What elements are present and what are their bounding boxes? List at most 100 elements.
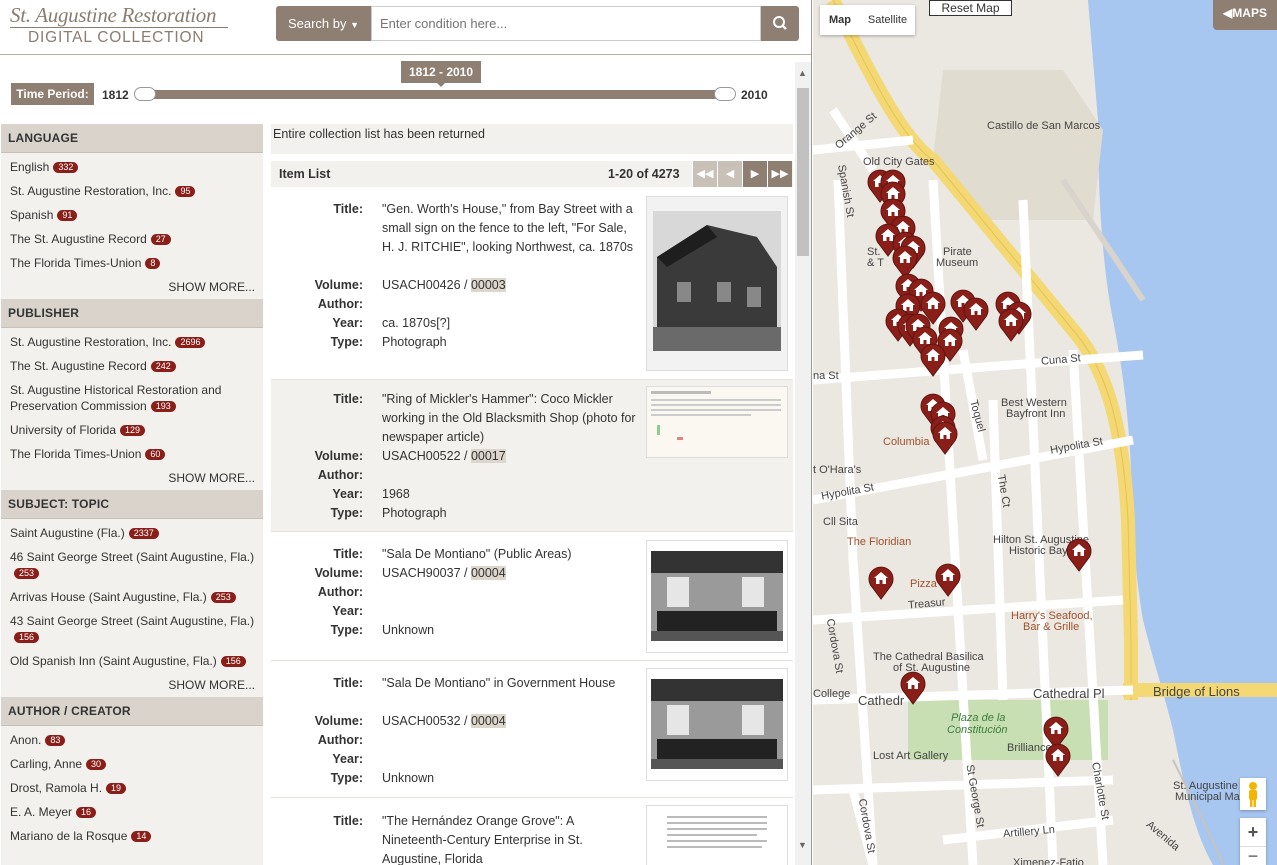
search-input[interactable] xyxy=(371,6,761,41)
count-badge: 2696 xyxy=(175,337,206,348)
house-marker-icon[interactable] xyxy=(900,671,926,705)
facet-item[interactable]: 46 Saint George Street (Saint Augustine,… xyxy=(10,549,263,581)
first-page-button[interactable]: ◀◀ xyxy=(692,161,717,187)
slider-handle-max[interactable] xyxy=(714,87,736,101)
facet-item-label: Mariano de la Rosque xyxy=(10,829,128,843)
time-period-max: 2010 xyxy=(741,88,768,102)
header: St. Augustine Restoration DIGITAL COLLEC… xyxy=(0,0,811,55)
facet-item[interactable]: Carling, Anne 30 xyxy=(10,756,263,772)
count-badge: 95 xyxy=(175,186,196,197)
reset-map-button[interactable]: Reset Map xyxy=(929,0,1012,16)
time-period-slider-track[interactable] xyxy=(140,90,730,99)
facet-language: LANGUAGE English 332 St. Augustine Restor… xyxy=(1,124,263,294)
facet-item-label: Saint Augustine (Fla.) xyxy=(10,526,125,540)
list-item[interactable]: Title: "The Hernández Orange Grove": A Ni… xyxy=(271,798,793,865)
facet-item[interactable]: English 332 xyxy=(10,159,263,175)
last-page-button[interactable]: ▶▶ xyxy=(767,161,792,187)
facet-item[interactable]: St. Augustine Restoration, Inc. 95 xyxy=(10,183,263,199)
maps-tab[interactable]: ◀MAPS xyxy=(1213,0,1277,30)
field-label: Type: xyxy=(330,335,363,349)
facet-item[interactable]: The Florida Times-Union 60 xyxy=(10,446,263,462)
show-more-link[interactable]: SHOW MORE... xyxy=(1,280,263,294)
item-thumbnail[interactable] xyxy=(646,540,788,653)
field-label: Volume: xyxy=(314,566,363,580)
street-view-pegman[interactable] xyxy=(1240,778,1266,810)
facet-item[interactable]: The St. Augustine Record 242 xyxy=(10,358,263,374)
zoom-in-button[interactable]: + xyxy=(1240,818,1266,846)
map-label: Municipal Ma xyxy=(1175,791,1240,803)
satellite-view-button[interactable]: Satellite xyxy=(860,5,915,35)
zoom-out-button[interactable]: − xyxy=(1240,846,1266,865)
item-volume: USACH00426 / 00003 xyxy=(382,278,506,292)
facet-item[interactable]: St. Augustine Historical Restoration and… xyxy=(10,382,263,414)
show-more-link[interactable]: SHOW MORE... xyxy=(1,471,263,485)
item-thumbnail[interactable] xyxy=(646,196,788,371)
facet-item[interactable]: University of Florida 129 xyxy=(10,422,263,438)
search-by-label: Search by xyxy=(287,16,347,31)
count-badge: 91 xyxy=(57,210,78,221)
house-marker-icon[interactable] xyxy=(935,563,961,597)
scroll-up-icon[interactable]: ▲ xyxy=(798,68,807,78)
search-button[interactable] xyxy=(761,6,799,41)
left-panel: St. Augustine Restoration DIGITAL COLLEC… xyxy=(0,0,812,865)
facet-item[interactable]: Drost, Ramola H. 19 xyxy=(10,780,263,796)
prev-page-button[interactable]: ◀ xyxy=(717,161,742,187)
item-title[interactable]: "Gen. Worth's House," from Bay Street wi… xyxy=(382,200,637,257)
facet-item[interactable]: Old Spanish Inn (Saint Augustine, Fla.) 1… xyxy=(10,653,263,669)
slider-handle-min[interactable] xyxy=(134,87,156,101)
house-marker-icon[interactable] xyxy=(920,343,946,377)
item-volume: USACH00522 / 00017 xyxy=(382,449,506,463)
map-label: Constitución xyxy=(947,724,1008,736)
next-page-button[interactable]: ▶ xyxy=(742,161,767,187)
facet-item[interactable]: The St. Augustine Record 27 xyxy=(10,231,263,247)
facet-item[interactable]: Arrivas House (Saint Augustine, Fla.) 253 xyxy=(10,589,263,605)
facet-item[interactable]: Spanish 91 xyxy=(10,207,263,223)
facet-item[interactable]: Saint Augustine (Fla.) 2337 xyxy=(10,525,263,541)
facet-item[interactable]: E. A. Meyer 16 xyxy=(10,804,263,820)
scrollbar-thumb[interactable] xyxy=(797,88,809,256)
map-label: Bridge of Lions xyxy=(1153,684,1240,699)
list-item[interactable]: Title: "Sala De Montiano" (Public Areas) … xyxy=(271,532,793,661)
map-panel[interactable]: Map Satellite Reset Map ◀MAPS Castillo d… xyxy=(813,0,1277,865)
facet-item-label: St. Augustine Historical Restoration and… xyxy=(10,383,222,413)
item-thumbnail[interactable] xyxy=(646,386,788,458)
item-title[interactable]: "Sala De Montiano" in Government House xyxy=(382,674,637,693)
item-thumbnail[interactable] xyxy=(646,805,788,865)
results-scrollbar[interactable]: ▲ ▼ xyxy=(795,62,811,865)
facet-item-label: Old Spanish Inn (Saint Augustine, Fla.) xyxy=(10,654,217,668)
house-marker-icon[interactable] xyxy=(1066,538,1092,572)
field-label: Title: xyxy=(333,547,363,561)
field-label: Type: xyxy=(330,506,363,520)
map-label: College xyxy=(813,688,851,700)
house-marker-icon[interactable] xyxy=(1045,743,1071,777)
list-item[interactable]: Title: "Sala De Montiano" in Government H… xyxy=(271,661,793,798)
time-period-filter: Time Period: 1812 1812 - 2010 2010 xyxy=(0,56,795,120)
site-logo[interactable]: St. Augustine Restoration DIGITAL COLLEC… xyxy=(10,4,228,46)
item-title[interactable]: "Sala De Montiano" (Public Areas) xyxy=(382,545,637,564)
item-title[interactable]: "Ring of Mickler's Hammer": Coco Mickler… xyxy=(382,390,637,447)
facet-item[interactable]: St. Augustine Restoration, Inc. 2696 xyxy=(10,334,263,350)
list-item[interactable]: Title: "Gen. Worth's House," from Bay Str… xyxy=(271,188,793,380)
house-marker-icon[interactable] xyxy=(963,297,989,331)
facet-item[interactable]: Mariano de la Rosque 14 xyxy=(10,828,263,844)
item-title[interactable]: "The Hernández Orange Grove": A Nineteen… xyxy=(382,812,637,865)
volume-id: USACH00522 xyxy=(382,449,461,463)
show-more-link[interactable]: SHOW MORE... xyxy=(1,678,263,692)
list-item[interactable]: Title: "Ring of Mickler's Hammer": Coco M… xyxy=(271,380,793,532)
facet-item[interactable]: 43 Saint George Street (Saint Augustine,… xyxy=(10,613,263,645)
count-badge: 16 xyxy=(76,807,97,818)
field-label: Year: xyxy=(332,752,363,766)
map-label: Museum xyxy=(936,257,979,269)
map-view-button[interactable]: Map xyxy=(820,5,860,35)
facet-item[interactable]: The Florida Times-Union 8 xyxy=(10,255,263,271)
house-marker-icon[interactable] xyxy=(868,566,894,600)
scroll-down-icon[interactable]: ▼ xyxy=(798,840,807,850)
map-label: Columbia xyxy=(883,436,930,448)
search-by-dropdown[interactable]: Search by ▼ xyxy=(276,6,371,41)
facet-item[interactable]: Anon. 83 xyxy=(10,732,263,748)
count-badge: 27 xyxy=(150,234,171,245)
house-marker-icon[interactable] xyxy=(932,421,958,455)
item-thumbnail[interactable] xyxy=(646,668,788,781)
house-marker-icon[interactable] xyxy=(998,308,1024,342)
field-label: Year: xyxy=(332,487,363,501)
